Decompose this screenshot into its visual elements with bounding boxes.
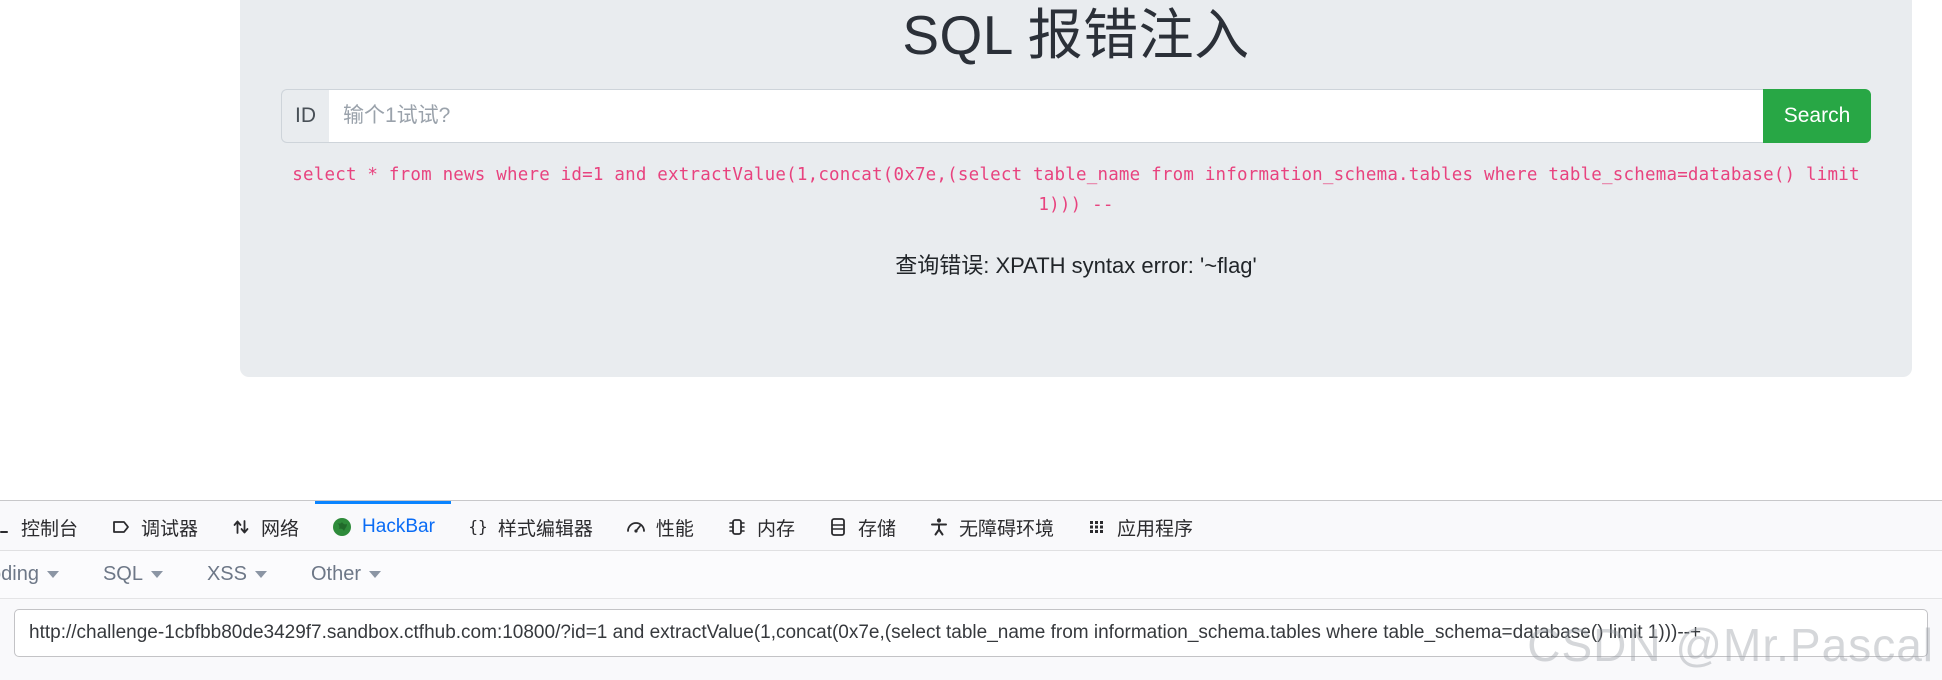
application-icon [1086,516,1108,538]
devtools-tab-label: 控制台 [21,518,79,540]
devtools-tab-memory[interactable]: 内存 [710,501,811,550]
search-button[interactable]: Search [1763,89,1871,143]
hackbar-globe-icon [331,516,353,538]
sql-query-output: select * from news where id=1 and extrac… [292,165,1860,215]
memory-icon [726,516,748,538]
chevron-down-icon [150,571,163,578]
browser-page-viewport: SQL 报错注入 ID Search select * from news wh… [0,0,1942,500]
svg-text:{}: {} [468,517,487,536]
devtools-tab-debugger[interactable]: 调试器 [94,501,214,550]
debugger-icon [110,516,132,538]
query-error-message: 查询错误: XPATH syntax error: '~flag' [895,253,1257,278]
devtools-tab-label: 无障碍环境 [958,518,1054,540]
hackbar-menu-sql[interactable]: SQL [81,563,185,586]
id-search-input[interactable] [329,89,1763,143]
hackbar-url-row: http://challenge-1cbfbb80de3429f7.sandbo… [0,599,1942,657]
devtools-tab-label: 样式编辑器 [497,518,593,540]
devtools-tab-performance[interactable]: 性能 [609,501,710,550]
page-title: SQL 报错注入 [902,4,1250,66]
hackbar-url-input[interactable]: http://challenge-1cbfbb80de3429f7.sandbo… [14,609,1928,657]
devtools-tab-label: 调试器 [141,518,199,540]
chevron-down-icon [255,571,267,578]
devtools-tab-hackbar[interactable]: HackBar [315,501,451,550]
style-editor-icon: {} [467,516,489,538]
hackbar-menu-encoding[interactable]: coding [0,563,81,586]
devtools-tab-label: 内存 [756,518,795,540]
chevron-down-icon [369,571,382,578]
hackbar-menu-label: SQL [102,563,143,585]
hackbar-menu-xss[interactable]: XSS [185,563,289,586]
chevron-down-icon [46,571,59,578]
id-input-addon-label: ID [281,89,329,143]
storage-icon [827,516,849,538]
console-icon [0,516,12,538]
devtools-tab-console[interactable]: 控制台 [0,501,94,550]
devtools-tab-application[interactable]: 应用程序 [1070,501,1209,550]
performance-icon [625,516,647,538]
devtools-tab-network[interactable]: 网络 [214,501,315,550]
hackbar-menu-label: Other [311,563,362,585]
devtools-tab-bar: 控制台 调试器 网络 HackBar {} 样式编辑器 性能 内存 存储 无障碍… [0,501,1942,551]
devtools-tab-label: 存储 [857,518,896,540]
devtools-tab-storage[interactable]: 存储 [811,501,912,550]
jumbotron-panel: SQL 报错注入 ID Search select * from news wh… [240,0,1912,377]
devtools-tab-label: HackBar [362,516,435,537]
hackbar-menu-label: coding [0,563,39,585]
hackbar-menu-label: XSS [206,563,247,585]
devtools-tab-accessibility[interactable]: 无障碍环境 [912,501,1070,550]
devtools-tab-style-editor[interactable]: {} 样式编辑器 [451,501,609,550]
devtools-tab-label: 应用程序 [1116,518,1193,540]
accessibility-icon [928,516,950,538]
hackbar-menu-bar: coding SQL XSS Other [0,551,1942,599]
hackbar-menu-other[interactable]: Other [289,563,403,586]
devtools-panel: 控制台 调试器 网络 HackBar {} 样式编辑器 性能 内存 存储 无障碍… [0,500,1942,680]
network-icon [230,516,252,538]
id-search-form: ID Search [281,89,1871,143]
devtools-tab-label: 网络 [261,518,300,540]
devtools-tab-label: 性能 [655,518,694,540]
